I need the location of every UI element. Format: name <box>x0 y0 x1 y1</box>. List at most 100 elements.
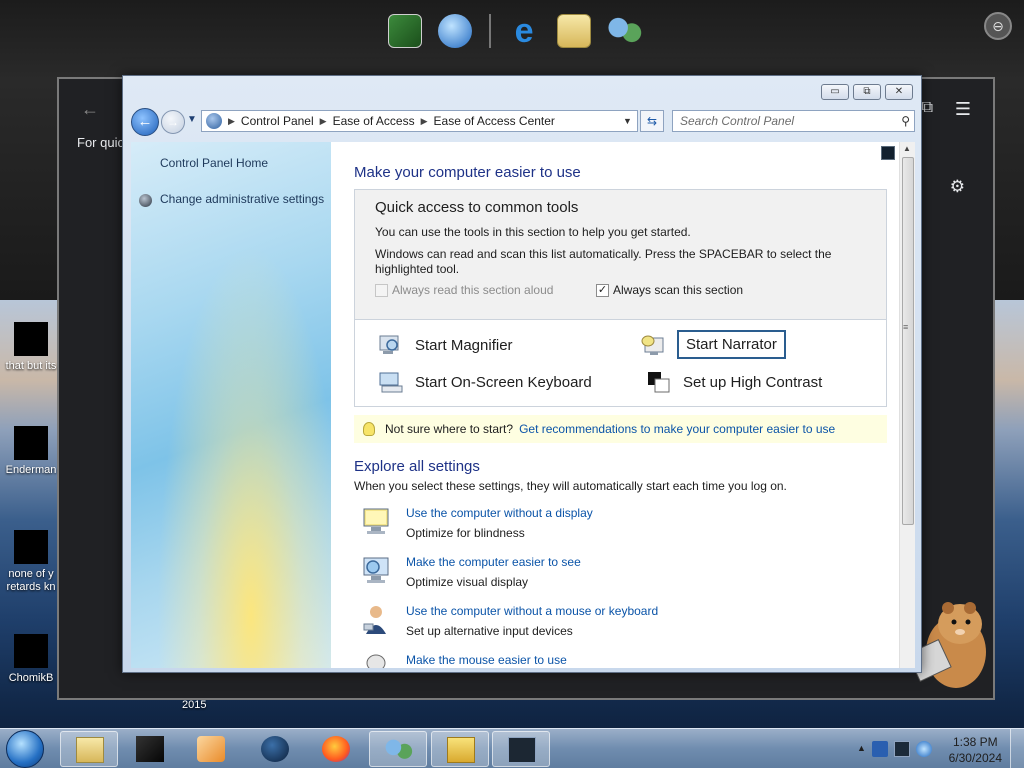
redacted-icon <box>14 322 48 356</box>
left-navigation-pane: Control Panel Home Change administrative… <box>131 142 331 668</box>
desktop-icon[interactable]: ChomikB <box>0 634 62 685</box>
breadcrumb-ease-of-access-center[interactable]: Ease of Access Center <box>434 114 555 128</box>
refresh-icon[interactable]: ⇆ <box>640 110 664 132</box>
bluetooth-icon[interactable] <box>872 741 888 757</box>
high-contrast-icon <box>648 372 670 393</box>
taskbar-folder-button[interactable] <box>431 731 489 767</box>
quick-access-panel: Quick access to common tools You can use… <box>354 189 887 407</box>
mouse-easier-link[interactable]: Make the mouse easier to use <box>406 653 567 667</box>
start-narrator-label: Start Narrator <box>677 330 786 359</box>
redacted-icon <box>14 530 48 564</box>
extensions-icon[interactable]: ⧉ <box>922 99 933 117</box>
taskbar-control-panel-button[interactable] <box>369 731 427 767</box>
search-placeholder: Search Control Panel <box>680 114 795 128</box>
firefox-icon <box>322 736 350 762</box>
hidden-window-title <box>113 56 833 74</box>
person-icon <box>363 606 386 634</box>
maximize-button[interactable]: ⧉ <box>853 84 881 100</box>
page-title: Make your computer easier to use <box>354 164 581 181</box>
black-box-icon <box>136 736 164 762</box>
desktop-year-label: 2015 <box>182 699 207 711</box>
chevron-right-icon[interactable]: ▶ <box>320 116 327 127</box>
gear-icon[interactable]: ⚙ <box>950 177 965 197</box>
show-hidden-icons-arrow-icon[interactable]: ▲ <box>857 743 866 753</box>
scroll-grip-icon: ≡ <box>903 322 909 332</box>
envelope-icon <box>76 737 104 763</box>
internet-explorer-icon[interactable]: e <box>507 14 541 48</box>
always-scan-label: Always scan this section <box>613 283 744 297</box>
ease-of-access-window: ▭ ⧉ ✕ ← → ▼ ▶ Control Panel ▶ Ease of Ac… <box>122 75 922 673</box>
easier-to-see-subtitle: Optimize visual display <box>406 575 529 589</box>
browser-back-icon[interactable]: ← <box>81 99 99 120</box>
hamburger-menu-icon[interactable]: ☰ <box>955 99 971 120</box>
vertical-scrollbar[interactable]: ▲ ≡ <box>899 142 915 668</box>
breadcrumb-ease-of-access[interactable]: Ease of Access <box>333 114 415 128</box>
always-scan-checkbox-row[interactable]: ✓ Always scan this section <box>596 283 743 297</box>
magnified-monitor-icon <box>363 557 389 583</box>
narrator-window-icon[interactable] <box>881 146 895 160</box>
start-on-screen-keyboard-label: Start On-Screen Keyboard <box>415 373 592 391</box>
volume-icon[interactable] <box>916 741 932 757</box>
start-magnifier-label: Start Magnifier <box>415 336 513 354</box>
scroll-up-arrow-icon[interactable]: ▲ <box>903 144 911 153</box>
users-icon <box>385 737 413 763</box>
without-display-link[interactable]: Use the computer without a display <box>406 506 593 520</box>
clock-date: 6/30/2024 <box>948 751 1002 765</box>
network-globe-icon[interactable] <box>438 14 473 48</box>
without-display-subtitle: Optimize for blindness <box>406 526 525 540</box>
taskbar-globe-button[interactable] <box>246 731 304 767</box>
close-button[interactable]: ✕ <box>885 84 913 100</box>
chevron-right-icon[interactable]: ▶ <box>421 116 428 127</box>
navigation-bar: ← → ▼ ▶ Control Panel ▶ Ease of Access ▶… <box>131 108 915 136</box>
show-desktop-button[interactable] <box>1010 729 1024 768</box>
main-content-pane: Make your computer easier to use Quick a… <box>331 142 915 668</box>
chevron-right-icon[interactable]: ▶ <box>228 116 235 127</box>
back-arrow-icon[interactable]: ← <box>131 108 159 136</box>
address-bar[interactable]: ▶ Control Panel ▶ Ease of Access ▶ Ease … <box>201 110 638 132</box>
taskbar-firefox-button[interactable] <box>307 731 365 767</box>
breadcrumb-control-panel[interactable]: Control Panel <box>241 114 314 128</box>
always-read-checkbox <box>375 283 388 297</box>
recommendation-hint-bar: Not sure where to start? Get recommendat… <box>354 415 887 443</box>
explore-description: When you select these settings, they wil… <box>354 479 787 493</box>
game-box-icon[interactable] <box>388 14 423 48</box>
users-icon[interactable] <box>607 14 642 48</box>
without-mouse-keyboard-link[interactable]: Use the computer without a mouse or keyb… <box>406 604 658 618</box>
start-on-screen-keyboard-button[interactable]: Start On-Screen Keyboard <box>379 371 592 393</box>
system-tray: ▲ 1:38 PM 6/30/2024 <box>834 729 1024 768</box>
without-mouse-keyboard-subtitle: Set up alternative input devices <box>406 624 573 638</box>
easier-to-see-link[interactable]: Make the computer easier to see <box>406 555 581 569</box>
search-icon[interactable]: ⚲ <box>901 111 910 131</box>
taskbar-mail-button[interactable] <box>60 731 118 767</box>
system-clock[interactable]: 1:38 PM 6/30/2024 <box>949 734 1002 766</box>
taskbar-media-player-button[interactable] <box>182 731 240 767</box>
change-admin-settings-link[interactable]: Change administrative settings <box>160 192 324 206</box>
scroll-thumb[interactable] <box>902 157 914 525</box>
envelope-icon[interactable] <box>557 14 592 48</box>
taskbar-window-button[interactable] <box>492 731 550 767</box>
control-panel-home-link[interactable]: Control Panel Home <box>160 156 268 170</box>
quick-access-description: You can use the tools in this section to… <box>375 225 691 239</box>
start-narrator-button[interactable]: Start Narrator <box>641 330 786 359</box>
get-recommendations-link[interactable]: Get recommendations to make your compute… <box>519 422 835 436</box>
taskbar-box-button[interactable] <box>121 731 179 767</box>
monitor-icon <box>363 508 389 534</box>
top-dock: e <box>380 0 650 62</box>
desktop-icon[interactable]: none of y retards kn <box>0 530 62 594</box>
start-magnifier-button[interactable]: Start Magnifier <box>379 334 513 356</box>
desktop-icon[interactable]: that but its <box>0 322 62 373</box>
chevron-down-icon[interactable]: ▼ <box>623 116 637 126</box>
search-input[interactable]: Search Control Panel ⚲ <box>672 110 915 132</box>
always-scan-checkbox[interactable]: ✓ <box>596 283 609 297</box>
control-panel-icon <box>206 113 222 129</box>
globe-icon <box>261 736 289 762</box>
lock-icon[interactable]: ⊖ <box>984 12 1012 40</box>
minimize-button[interactable]: ▭ <box>821 84 849 100</box>
network-icon[interactable] <box>894 741 910 757</box>
desktop-icon[interactable]: Enderman <box>0 426 62 477</box>
set-up-high-contrast-button[interactable]: Set up High Contrast <box>647 371 822 393</box>
quick-access-header: Quick access to common tools You can use… <box>355 190 886 320</box>
recent-pages-dropdown-icon[interactable]: ▼ <box>187 114 197 125</box>
forward-arrow-icon[interactable]: → <box>161 110 185 134</box>
start-button[interactable] <box>6 730 44 768</box>
